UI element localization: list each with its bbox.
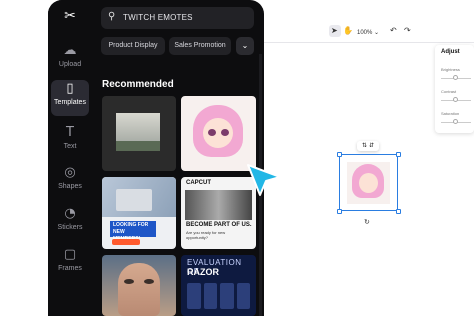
hand-icon[interactable]: ✋ [343,26,353,35]
rail-templates-label: Templates [54,99,86,106]
template-brand: CAPCUT [186,180,211,186]
zoom-value: 100% [357,30,373,36]
house-photo [116,113,160,151]
apply-button-graphic [112,239,140,245]
rail-upload-label: Upload [58,61,82,68]
section-title: Recommended [102,79,174,90]
cloud-upload-icon: ☁ [63,43,77,58]
template-headline: BECOME PART OF US. [186,222,252,228]
character-eye [208,129,216,136]
rail-shapes[interactable]: ◎ Shapes [51,164,89,200]
resize-handle[interactable] [337,152,342,157]
rail-text[interactable]: T Text [51,124,89,160]
chip-sales-promotion[interactable]: Sales Promotion [169,37,231,55]
portrait-photo [118,263,160,316]
template-thumbnail[interactable] [102,96,176,171]
template-title-line2: RAZOR [187,267,219,277]
contrast-label: Contrast [441,89,457,94]
portrait-eyes [124,279,154,285]
template-thumbnail[interactable]: EVALUATION OF RAZOR [181,255,256,316]
template-thumbnail[interactable] [181,96,256,171]
brightness-label: Brightness [441,67,460,72]
template-thumbnail[interactable] [102,255,176,316]
template-thumbnail[interactable]: LOOKING FOR NEW MEMBERS! [102,177,176,249]
resize-handle[interactable] [396,209,401,214]
chip-label: Sales Promotion [174,42,226,49]
template-subtext: Are you ready for new opportunity? [186,230,226,240]
rail-text-label: Text [63,143,77,150]
shapes-icon: ◎ [64,165,76,180]
brightness-knob[interactable] [453,75,458,80]
search-query: TWITCH EMOTES [123,13,193,22]
saturation-knob[interactable] [453,119,458,124]
selection-toolbar[interactable]: ⇅ ⇵ [357,141,379,151]
toolbar-divider [264,42,474,43]
rail-shapes-label: Shapes [58,183,82,190]
template-thumbnail[interactable]: CAPCUT BECOME PART OF US. Are you ready … [181,177,256,249]
saturation-label: Saturation [441,111,460,116]
rail-stickers[interactable]: ◔ Stickers [51,205,89,241]
chip-product-display[interactable]: Product Display [101,37,165,55]
rail-stickers-label: Stickers [57,224,83,231]
frames-icon: ▢ [63,247,77,262]
product-grid [187,283,250,309]
rail-frames[interactable]: ▢ Frames [51,246,89,282]
rotate-icon[interactable]: ↻ [364,218,370,226]
text-icon: T [66,125,74,140]
template-search-input[interactable]: ⚲ TWITCH EMOTES [101,7,254,29]
resize-handle[interactable] [396,152,401,157]
capcut-logo-icon[interactable]: ✂ [61,8,79,24]
pointer-icon[interactable]: ➤ [331,26,338,35]
rail-frames-label: Frames [58,265,82,272]
selection-box[interactable] [339,154,398,211]
hiring-tag: LOOKING FOR NEW MEMBERS! [110,221,156,242]
rail-templates[interactable]: ▯ Templates [51,80,89,116]
search-icon: ⚲ [108,11,116,22]
rail-upload[interactable]: ☁ Upload [51,42,89,78]
adjust-title: Adjust [441,49,460,55]
chevron-down-icon[interactable]: ⌄ [236,37,254,55]
contrast-knob[interactable] [453,97,458,102]
zoom-select[interactable]: 100% ⌄ [357,29,379,36]
team-photo [185,190,252,220]
laptop-shape [116,189,152,211]
chip-label: Product Display [108,42,158,49]
adjust-panel: Adjust Brightness Contrast Saturation [435,45,474,133]
redo-icon[interactable]: ↷ [404,26,411,35]
resize-handle[interactable] [337,209,342,214]
undo-icon[interactable]: ↶ [390,26,397,35]
stickers-icon: ◔ [64,206,76,221]
templates-icon: ▯ [66,81,74,96]
character-eye [221,129,229,136]
